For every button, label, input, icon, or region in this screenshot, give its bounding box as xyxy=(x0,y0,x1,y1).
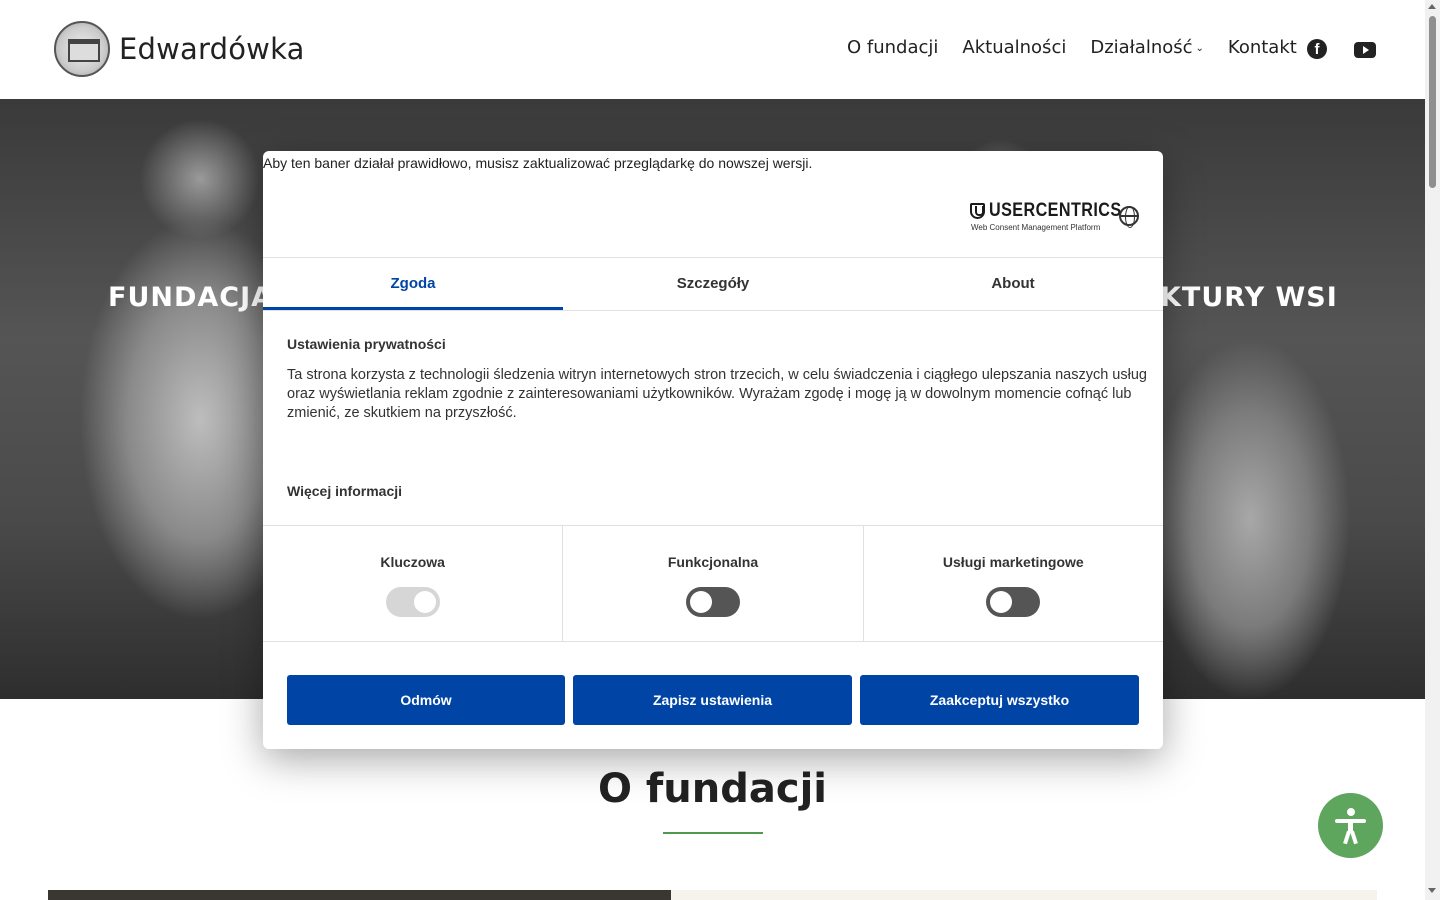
site-header: Edwardówka O fundacji Aktualności Działa… xyxy=(0,0,1425,99)
content-image xyxy=(48,890,671,900)
section-divider xyxy=(663,832,763,834)
site-title[interactable]: Edwardówka xyxy=(119,32,305,66)
toggle-funkcjonalna[interactable] xyxy=(685,587,740,617)
brand-name: USERCENTRICS xyxy=(989,200,1122,221)
chevron-down-icon: ⌄ xyxy=(1195,43,1204,54)
nav-item-dzialalnosc-label: Działalność xyxy=(1090,37,1193,58)
main-nav: O fundacji Aktualności Działalność ⌄ Kont… xyxy=(847,37,1321,58)
hero-headline-end: KTURY WSI xyxy=(1160,282,1338,313)
facebook-icon[interactable]: f xyxy=(1307,39,1327,59)
deny-button[interactable]: Odmów xyxy=(287,675,565,725)
accessibility-button[interactable] xyxy=(1318,793,1383,858)
content-panel xyxy=(671,890,1377,900)
youtube-icon[interactable] xyxy=(1354,42,1376,58)
tab-about[interactable]: About xyxy=(863,257,1163,310)
toggle-knob xyxy=(990,591,1013,613)
more-info-link[interactable]: Więcej informacji xyxy=(287,483,402,499)
category-kluczowa: Kluczowa xyxy=(263,526,564,641)
save-settings-button[interactable]: Zapisz ustawienia xyxy=(573,675,852,725)
category-label: Usługi marketingowe xyxy=(942,554,1084,570)
scroll-down-icon[interactable] xyxy=(1428,888,1436,893)
category-label: Funkcjonalna xyxy=(667,554,759,570)
scroll-thumb[interactable] xyxy=(1429,16,1436,188)
toggle-knob xyxy=(413,591,436,613)
site-logo[interactable]: Edwardówka xyxy=(54,21,305,77)
shield-icon xyxy=(970,203,985,219)
brand-subtitle: Web Consent Management Platform xyxy=(971,223,1101,232)
browser-warning: Aby ten baner działał prawidłowo, musisz… xyxy=(263,155,813,171)
tab-zgoda[interactable]: Zgoda xyxy=(263,257,563,310)
nav-item-o-fundacji[interactable]: O fundacji xyxy=(847,37,938,58)
toggle-marketing[interactable] xyxy=(986,587,1041,617)
section-title: O fundacji xyxy=(597,766,828,812)
category-marketing: Usługi marketingowe xyxy=(864,526,1163,641)
accessibility-icon-leg xyxy=(1350,830,1358,845)
privacy-title: Ustawienia prywatności xyxy=(287,336,446,352)
category-funkcjonalna: Funkcjonalna xyxy=(563,526,864,641)
toggle-kluczowa xyxy=(385,587,440,617)
category-label: Kluczowa xyxy=(380,554,445,570)
logo-badge-icon xyxy=(54,21,110,77)
divider xyxy=(263,310,1163,311)
consent-dialog: Aby ten baner działał prawidłowo, musisz… xyxy=(263,151,1163,749)
toggle-knob xyxy=(689,591,712,613)
page-scrollbar[interactable] xyxy=(1425,0,1440,900)
nav-item-aktualnosci[interactable]: Aktualności xyxy=(962,37,1066,58)
consent-tabs: Zgoda Szczegóły About xyxy=(263,257,1163,310)
tab-szczegoly[interactable]: Szczegóły xyxy=(563,257,863,310)
consent-categories: Kluczowa Funkcjonalna Usługi marketingow… xyxy=(263,525,1163,642)
nav-item-kontakt[interactable]: Kontakt xyxy=(1228,37,1297,58)
hero-headline-start: FUNDACJA xyxy=(108,282,274,313)
nav-item-dzialalnosc[interactable]: Działalność ⌄ xyxy=(1090,37,1204,58)
globe-icon[interactable] xyxy=(1119,206,1139,228)
privacy-description: Ta strona korzysta z technologii śledzen… xyxy=(287,367,1147,421)
accept-all-button[interactable]: Zaakceptuj wszystko xyxy=(860,675,1139,725)
scroll-up-icon[interactable] xyxy=(1428,4,1436,9)
accessibility-icon xyxy=(1347,808,1355,816)
